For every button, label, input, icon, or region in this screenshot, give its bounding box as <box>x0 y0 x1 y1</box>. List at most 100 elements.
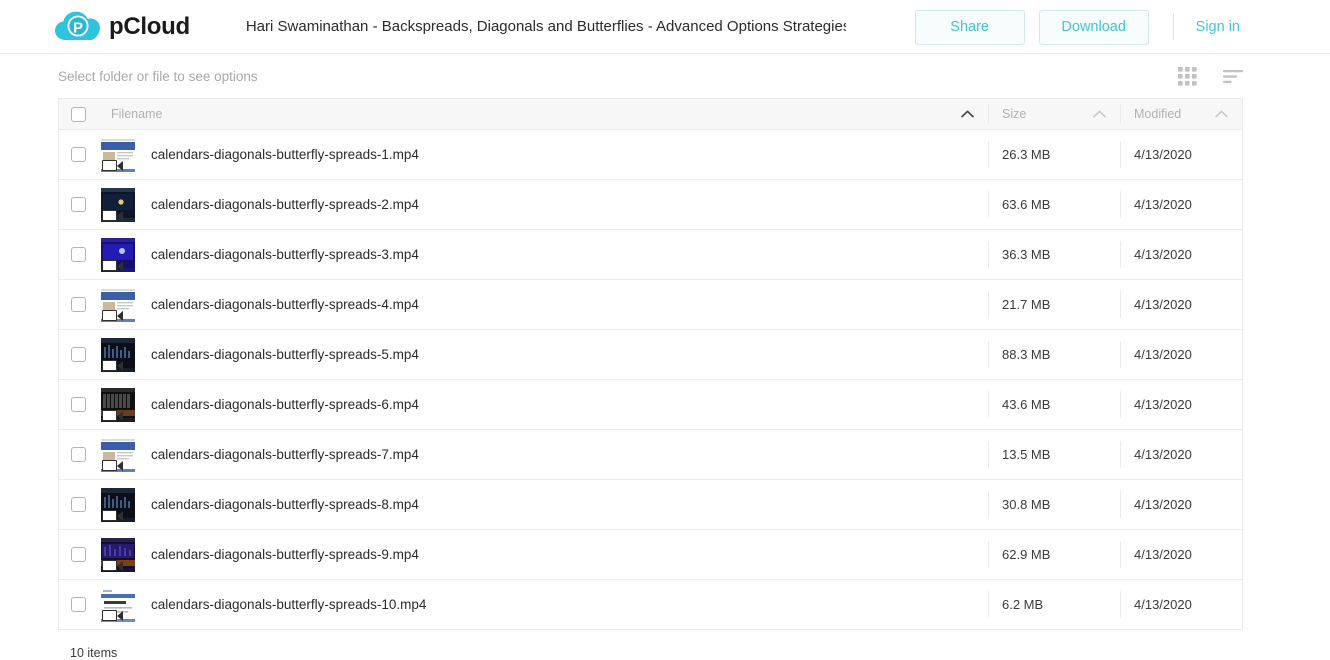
sort-list-icon[interactable] <box>1223 68 1244 85</box>
header-actions: Share Download Sign in <box>914 0 1330 54</box>
modified-sort-caret-icon[interactable] <box>1215 110 1228 118</box>
column-divider <box>988 241 989 268</box>
file-modified: 4/13/2020 <box>1134 597 1192 612</box>
select-all-checkbox[interactable] <box>70 106 86 122</box>
row-select-cell <box>59 597 97 612</box>
pcloud-cloud-logo-icon: P <box>55 11 100 40</box>
row-select-cell <box>59 447 97 462</box>
video-badge-icon <box>102 509 123 521</box>
row-filename-cell[interactable]: calendars-diagonals-butterfly-spreads-7.… <box>97 430 988 479</box>
row-filename-cell[interactable]: calendars-diagonals-butterfly-spreads-5.… <box>97 330 988 379</box>
row-size-cell: 88.3 MB <box>988 330 1120 379</box>
file-size: 26.3 MB <box>1002 147 1051 162</box>
sign-in-link[interactable]: Sign in <box>1196 19 1240 35</box>
row-checkbox[interactable] <box>70 347 86 362</box>
file-table: Filename Size Modified calendars-diagona… <box>58 98 1243 630</box>
table-row[interactable]: calendars-diagonals-butterfly-spreads-8.… <box>59 480 1242 530</box>
file-size: 88.3 MB <box>1002 347 1051 362</box>
table-row[interactable]: calendars-diagonals-butterfly-spreads-5.… <box>59 330 1242 380</box>
file-modified: 4/13/2020 <box>1134 547 1192 562</box>
share-button[interactable]: Share <box>914 9 1025 45</box>
column-divider <box>1120 541 1121 568</box>
file-thumbnail <box>101 437 135 472</box>
row-modified-cell: 4/13/2020 <box>1120 330 1242 379</box>
row-checkbox[interactable] <box>70 297 86 312</box>
row-modified-cell: 4/13/2020 <box>1120 230 1242 279</box>
row-filename-cell[interactable]: calendars-diagonals-butterfly-spreads-10… <box>97 580 988 629</box>
column-divider <box>988 104 989 124</box>
file-thumbnail <box>101 537 135 572</box>
row-filename-cell[interactable]: calendars-diagonals-butterfly-spreads-6.… <box>97 380 988 429</box>
file-thumbnail <box>101 587 135 622</box>
file-modified: 4/13/2020 <box>1134 247 1192 262</box>
table-row[interactable]: calendars-diagonals-butterfly-spreads-6.… <box>59 380 1242 430</box>
video-badge-icon <box>102 409 123 421</box>
row-checkbox[interactable] <box>70 497 86 512</box>
row-select-cell <box>59 347 97 362</box>
options-toolbar: Select folder or file to see options <box>0 54 1330 98</box>
row-checkbox[interactable] <box>70 197 86 212</box>
row-size-cell: 43.6 MB <box>988 380 1120 429</box>
video-badge-icon <box>102 359 123 371</box>
filename-sort-caret-icon[interactable] <box>961 110 974 118</box>
table-row[interactable]: calendars-diagonals-butterfly-spreads-10… <box>59 580 1242 630</box>
row-size-cell: 30.8 MB <box>988 480 1120 529</box>
file-modified: 4/13/2020 <box>1134 297 1192 312</box>
file-size: 63.6 MB <box>1002 197 1051 212</box>
column-modified[interactable]: Modified <box>1120 99 1242 129</box>
table-row[interactable]: calendars-diagonals-butterfly-spreads-7.… <box>59 430 1242 480</box>
file-name: calendars-diagonals-butterfly-spreads-1.… <box>151 147 419 162</box>
column-divider <box>1120 141 1121 168</box>
table-row[interactable]: calendars-diagonals-butterfly-spreads-9.… <box>59 530 1242 580</box>
row-size-cell: 36.3 MB <box>988 230 1120 279</box>
table-row[interactable]: calendars-diagonals-butterfly-spreads-3.… <box>59 230 1242 280</box>
column-filename[interactable]: Filename <box>97 99 988 129</box>
video-badge-icon <box>102 559 123 571</box>
column-size[interactable]: Size <box>988 99 1120 129</box>
table-row[interactable]: calendars-diagonals-butterfly-spreads-4.… <box>59 280 1242 330</box>
row-filename-cell[interactable]: calendars-diagonals-butterfly-spreads-8.… <box>97 480 988 529</box>
row-filename-cell[interactable]: calendars-diagonals-butterfly-spreads-1.… <box>97 130 988 179</box>
row-select-cell <box>59 497 97 512</box>
column-divider <box>1120 291 1121 318</box>
row-checkbox[interactable] <box>70 447 86 462</box>
file-thumbnail <box>101 187 135 222</box>
row-size-cell: 21.7 MB <box>988 280 1120 329</box>
row-modified-cell: 4/13/2020 <box>1120 480 1242 529</box>
table-row[interactable]: calendars-diagonals-butterfly-spreads-1.… <box>59 130 1242 180</box>
column-divider <box>988 291 989 318</box>
row-size-cell: 26.3 MB <box>988 130 1120 179</box>
row-checkbox[interactable] <box>70 547 86 562</box>
row-checkbox[interactable] <box>70 147 86 162</box>
download-button[interactable]: Download <box>1038 9 1149 45</box>
grid-view-icon[interactable] <box>1178 66 1197 86</box>
row-filename-cell[interactable]: calendars-diagonals-butterfly-spreads-2.… <box>97 180 988 229</box>
column-divider <box>1120 341 1121 368</box>
video-badge-icon <box>102 459 123 471</box>
row-select-cell <box>59 297 97 312</box>
size-sort-caret-icon[interactable] <box>1093 110 1106 118</box>
brand-logo[interactable]: P pCloud <box>55 10 190 44</box>
row-filename-cell[interactable]: calendars-diagonals-butterfly-spreads-4.… <box>97 280 988 329</box>
row-checkbox[interactable] <box>70 597 86 612</box>
column-divider <box>1120 104 1121 124</box>
column-modified-label: Modified <box>1134 107 1182 121</box>
file-thumbnail <box>101 237 135 272</box>
file-name: calendars-diagonals-butterfly-spreads-4.… <box>151 297 419 312</box>
column-divider <box>1120 241 1121 268</box>
row-modified-cell: 4/13/2020 <box>1120 580 1242 629</box>
row-checkbox[interactable] <box>70 247 86 262</box>
row-select-cell <box>59 547 97 562</box>
row-filename-cell[interactable]: calendars-diagonals-butterfly-spreads-3.… <box>97 230 988 279</box>
file-name: calendars-diagonals-butterfly-spreads-5.… <box>151 347 419 362</box>
file-size: 43.6 MB <box>1002 397 1051 412</box>
column-divider <box>988 541 989 568</box>
row-modified-cell: 4/13/2020 <box>1120 280 1242 329</box>
file-name: calendars-diagonals-butterfly-spreads-6.… <box>151 397 419 412</box>
row-filename-cell[interactable]: calendars-diagonals-butterfly-spreads-9.… <box>97 530 988 579</box>
row-checkbox[interactable] <box>70 397 86 412</box>
column-divider <box>1120 491 1121 518</box>
table-row[interactable]: calendars-diagonals-butterfly-spreads-2.… <box>59 180 1242 230</box>
file-size: 21.7 MB <box>1002 297 1051 312</box>
view-controls <box>1178 54 1244 98</box>
